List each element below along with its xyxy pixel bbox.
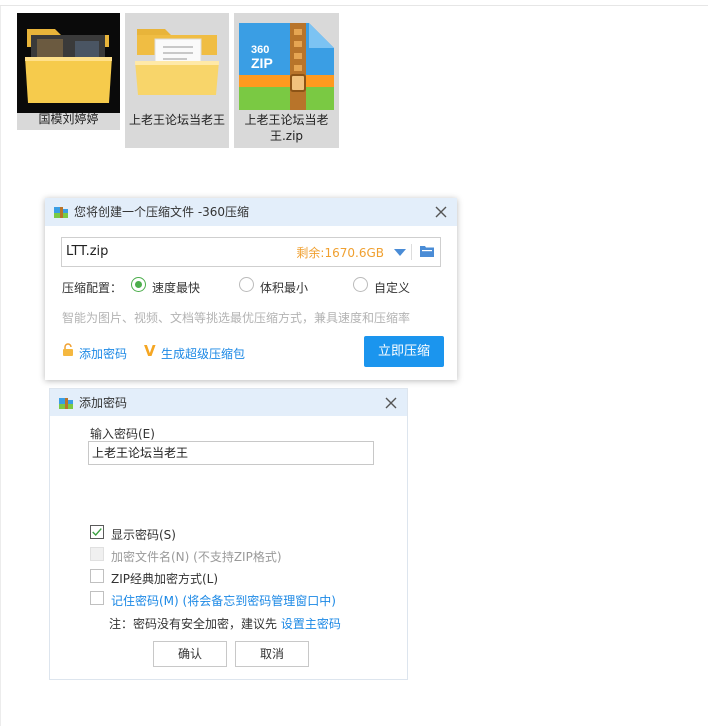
set-master-password-link[interactable]: 设置主密码 [281,617,341,631]
dialog-title-bar: 您将创建一个压缩文件 -360压缩 [45,198,457,226]
zip-classic-encryption-label[interactable]: ZIP经典加密方式(L) [111,570,218,587]
file-item-zip[interactable]: 360 ZIP 上老王论坛当老王.zip [234,13,339,148]
dialog-title-bar: 添加密码 [50,389,407,416]
option-label-custom[interactable]: 自定义 [374,279,410,296]
option-label-speed[interactable]: 速度最快 [152,279,200,296]
file-item-folder-2[interactable]: 上老王论坛当老王 [125,13,229,148]
compress-dialog: 您将创建一个压缩文件 -360压缩 LTT.zip 剩余:1670.6GB 压缩… [45,198,457,380]
file-name: 上老王论坛当老王.zip [244,113,329,143]
super-package-link[interactable]: 生成超级压缩包 [161,345,245,362]
file-name: 上老王论坛当老王 [128,113,225,127]
folder-image-icon [17,13,120,113]
v-badge-icon: V [144,342,156,360]
checkmark-icon [92,528,102,537]
archive-app-icon [59,398,73,409]
add-password-link[interactable]: 添加密码 [79,345,127,362]
folder-document-icon [135,29,219,95]
archive-filename[interactable]: LTT.zip [66,244,108,259]
encrypt-filename-label: 加密文件名(N) (不支持ZIP格式) [111,550,282,564]
dialog-title: 添加密码 [79,396,128,410]
cancel-button[interactable]: 取消 [235,641,309,667]
dropdown-arrow-icon[interactable] [394,249,406,256]
password-input[interactable]: 上老王论坛当老王 [88,441,374,465]
zip-label-zip: ZIP [251,55,273,71]
browse-folder-icon[interactable] [420,245,434,257]
compression-hint: 智能为图片、视频、文档等挑选最优压缩方式，兼具速度和压缩率 [62,311,411,325]
compress-now-button[interactable]: 立即压缩 [364,336,444,367]
radio-custom[interactable] [353,277,368,292]
archive-app-icon [54,207,68,218]
password-dialog: 添加密码 输入密码(E) 上老王论坛当老王 显示密码(S) 加密文件名(N) (… [49,388,408,680]
close-icon[interactable] [433,204,449,220]
remember-password-checkbox[interactable] [90,591,104,605]
radio-size-smallest[interactable] [239,277,254,292]
left-border [0,6,1,726]
option-label-size[interactable]: 体积最小 [260,279,308,296]
close-icon[interactable] [383,395,399,411]
security-note: 注：密码没有安全加密，建议先 设置主密码 [109,615,341,632]
confirm-button[interactable]: 确认 [153,641,227,667]
show-password-checkbox[interactable] [90,525,104,539]
password-input-label: 输入密码(E) [90,427,155,441]
divider [411,244,412,260]
radio-speed-fastest[interactable] [131,277,146,292]
top-border [0,5,708,6]
file-name: 国模刘婷婷 [38,112,99,126]
zip-archive-icon: 360 ZIP [239,23,334,110]
remember-password-label[interactable]: 记住密码(M) (将会备忘到密码管理窗口中) [111,592,336,609]
compression-config-label: 压缩配置： [62,281,123,295]
archive-name-input[interactable]: LTT.zip 剩余:1670.6GB [61,237,441,267]
file-item-folder-1[interactable]: 国模刘婷婷 [17,13,120,130]
zip-classic-encryption-checkbox[interactable] [90,569,104,583]
disk-space-remaining: 剩余:1670.6GB [296,246,384,260]
show-password-label[interactable]: 显示密码(S) [111,526,176,543]
lock-icon [63,343,73,356]
encrypt-filename-checkbox [90,547,104,561]
note-text: 注：密码没有安全加密，建议先 [109,617,281,631]
dialog-title: 您将创建一个压缩文件 -360压缩 [74,205,250,219]
